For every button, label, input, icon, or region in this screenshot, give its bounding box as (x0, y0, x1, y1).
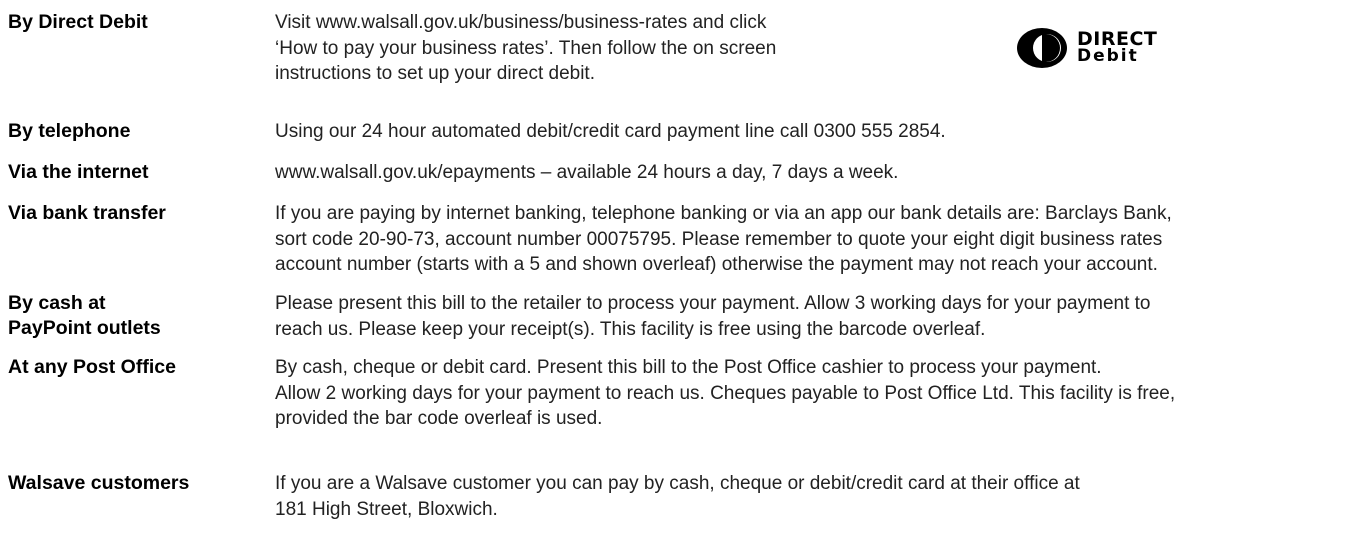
payment-method-description: Visit www.walsall.gov.uk/business/busine… (275, 12, 777, 84)
direct-debit-mark-icon (1017, 28, 1067, 68)
payment-method-label: By cash at PayPoint outlets (8, 292, 161, 339)
payment-method-label: Via the internet (8, 161, 149, 183)
payment-method-description: By cash, cheque or debit card. Present t… (275, 357, 1176, 429)
payment-method-description: If you are a Walsave customer you can pa… (275, 473, 1080, 520)
payment-method-label: Walsave customers (8, 472, 190, 494)
payment-method-description: Please present this bill to the retailer… (275, 293, 1151, 340)
payment-method-label: Via bank transfer (8, 202, 166, 224)
direct-debit-logo: DIRECT Debit (1015, 26, 1225, 70)
direct-debit-wordmark-line2: Debit (1077, 46, 1139, 66)
payment-method-description: Using our 24 hour automated debit/credit… (275, 121, 946, 142)
direct-debit-wordmark: DIRECT Debit (1077, 30, 1157, 66)
payment-method-label: At any Post Office (8, 356, 176, 378)
payment-method-label: By Direct Debit (8, 11, 148, 33)
payment-method-description: www.walsall.gov.uk/epayments – available… (275, 162, 899, 183)
payment-method-label: By telephone (8, 120, 131, 142)
payment-method-description: If you are paying by internet banking, t… (275, 203, 1172, 275)
payment-methods-table: By Direct Debit Visit www.walsall.gov.uk… (0, 0, 1367, 552)
